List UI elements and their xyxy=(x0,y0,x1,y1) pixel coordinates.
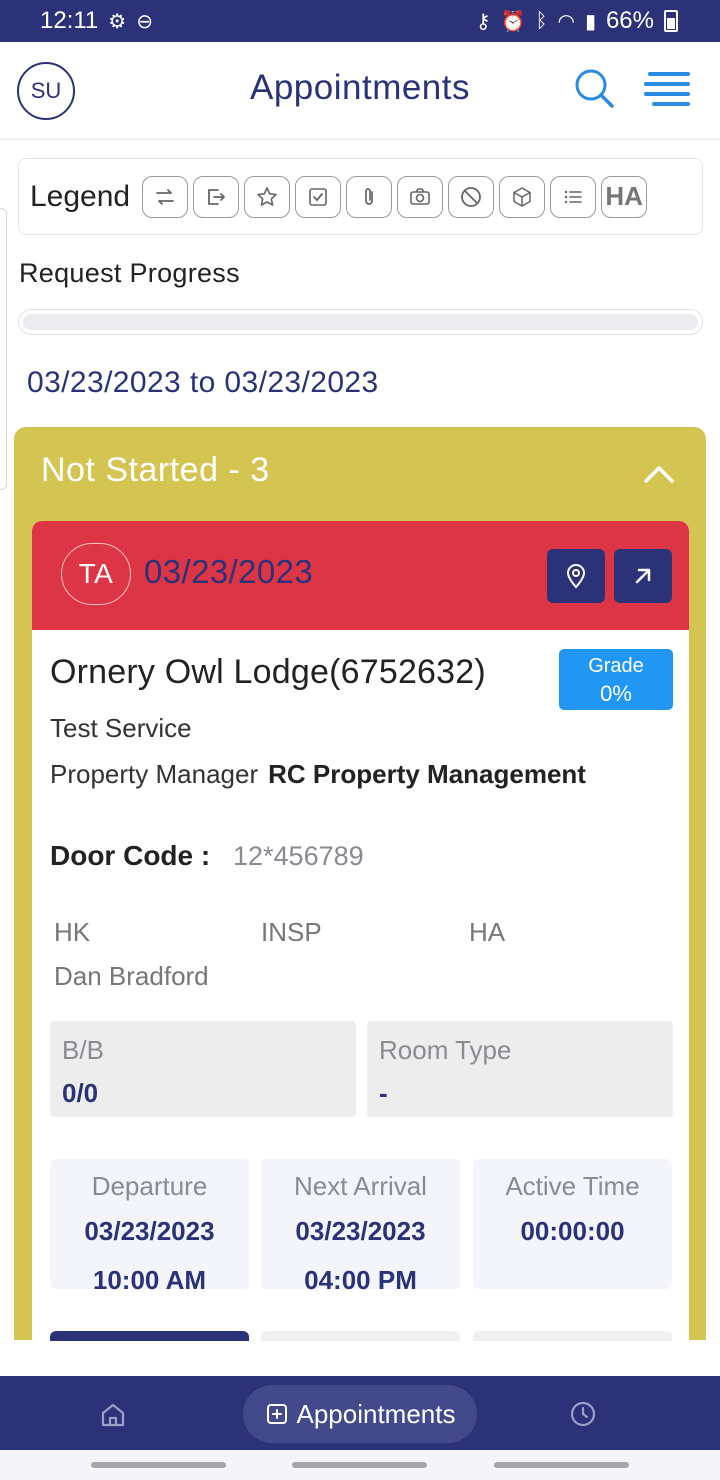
box-icon[interactable] xyxy=(499,175,546,218)
clock-icon[interactable] xyxy=(568,1399,598,1429)
list-icon[interactable] xyxy=(550,175,597,218)
pm-label: Property Manager xyxy=(50,759,259,789)
door-code-value: 12*456789 xyxy=(233,841,364,871)
request-progress-bar xyxy=(18,309,703,335)
status-group-not-started: Not Started - 3 TA 03/23/2023 Ornery Owl… xyxy=(14,427,706,1341)
bluetooth-icon: ᛒ xyxy=(535,9,548,32)
chevron-up-icon[interactable] xyxy=(642,461,676,485)
next-arrival-box: Next Arrival 03/23/2023 04:00 PM xyxy=(261,1159,460,1295)
alarm-icon: ⏰ xyxy=(500,10,526,33)
gesture-bar xyxy=(0,1450,720,1480)
active-time-box: Active Time 00:00:00 xyxy=(473,1159,672,1289)
grade-value: 0% xyxy=(600,681,632,706)
group-title: Not Started - 3 xyxy=(41,451,270,489)
signal-icon: ▮ xyxy=(584,10,596,33)
exit-icon[interactable] xyxy=(193,175,240,218)
arrow-up-right-icon xyxy=(635,568,651,584)
camera-icon[interactable] xyxy=(397,175,444,218)
role-insp-label: INSP xyxy=(261,917,322,947)
search-icon[interactable] xyxy=(572,66,616,110)
bb-label: B/B xyxy=(62,1035,104,1065)
legend-ha-item[interactable]: HA xyxy=(601,175,648,218)
next-arrival-label: Next Arrival xyxy=(294,1171,427,1201)
menu-icon[interactable] xyxy=(644,72,690,108)
departure-label: Departure xyxy=(91,1171,208,1201)
bb-box: B/B 0/0 xyxy=(50,1021,356,1117)
checkbox-icon[interactable] xyxy=(295,175,342,218)
blocked-icon[interactable] xyxy=(448,175,495,218)
side-drawer-handle[interactable] xyxy=(0,208,7,490)
key-icon: ⚷ xyxy=(475,10,491,33)
door-code-label: Door Code : xyxy=(50,840,211,871)
bottom-navigation: Appointments xyxy=(0,1376,720,1450)
active-time-label: Active Time xyxy=(505,1171,640,1201)
app-screen: 12:11 ⚙ ⊖ ⚷ ⏰ ᛒ ◠ ▮ 66% SU Appointments … xyxy=(0,0,720,1480)
request-progress-label: Request Progress xyxy=(19,258,240,288)
plus-square-icon xyxy=(266,1404,287,1424)
room-type-label: Room Type xyxy=(379,1035,512,1065)
legend-items: HA xyxy=(142,175,648,218)
app-header: SU Appointments xyxy=(0,42,720,140)
departure-date: 03/23/2023 xyxy=(84,1216,215,1246)
map-pin-icon xyxy=(566,564,586,589)
room-type-box: Room Type - xyxy=(367,1021,673,1117)
wifi-icon: ◠ xyxy=(557,10,575,33)
active-time-value: 00:00:00 xyxy=(520,1216,625,1246)
open-button[interactable] xyxy=(614,549,672,603)
next-arrival-date: 03/23/2023 xyxy=(295,1216,426,1246)
service-name: Test Service xyxy=(50,713,192,743)
role-ha-label: HA xyxy=(469,917,506,947)
battery-icon xyxy=(664,10,678,32)
action-button-secondary[interactable] xyxy=(261,1331,460,1341)
next-arrival-time: 04:00 PM xyxy=(304,1265,417,1295)
grade-label: Grade xyxy=(588,655,644,677)
room-type-value: - xyxy=(379,1078,388,1108)
property-manager-row: Property Manager RC Property Management xyxy=(50,759,586,790)
role-hk-label: HK xyxy=(54,917,91,947)
do-not-disturb-icon: ⊖ xyxy=(136,10,153,33)
status-bar: 12:11 ⚙ ⊖ ⚷ ⏰ ᛒ ◠ ▮ 66% xyxy=(0,0,720,42)
action-button-tertiary[interactable] xyxy=(473,1331,672,1341)
departure-box: Departure 03/23/2023 10:00 AM xyxy=(50,1159,249,1295)
appointment-date: 03/23/2023 xyxy=(144,553,314,590)
home-icon[interactable] xyxy=(98,1400,128,1430)
legend-label: Legend xyxy=(30,179,131,213)
grade-badge: Grade 0% xyxy=(559,649,673,710)
date-range[interactable]: 03/23/2023 to 03/23/2023 xyxy=(27,366,379,400)
settings-gear-icon: ⚙ xyxy=(108,10,127,33)
card-header: TA 03/23/2023 xyxy=(32,521,689,630)
status-time: 12:11 xyxy=(40,7,99,34)
swap-icon[interactable] xyxy=(142,175,189,218)
hk-assignee: Dan Bradford xyxy=(54,961,209,991)
nav-appointments-label: Appointments xyxy=(296,1398,456,1429)
appointment-type-badge: TA xyxy=(61,543,131,605)
action-button-primary[interactable] xyxy=(50,1331,249,1341)
paperclip-icon[interactable] xyxy=(346,175,393,218)
battery-percent: 66% xyxy=(605,7,654,34)
property-name: Ornery Owl Lodge(6752632) xyxy=(50,653,486,691)
departure-time: 10:00 AM xyxy=(92,1265,207,1295)
pm-value: RC Property Management xyxy=(268,759,586,789)
appointment-card[interactable]: TA 03/23/2023 Ornery Owl Lodge(6752632) … xyxy=(32,521,689,1341)
legend-panel: Legend HA xyxy=(18,158,703,235)
nav-appointments-tab[interactable]: Appointments xyxy=(243,1385,477,1443)
star-icon[interactable] xyxy=(244,175,291,218)
location-button[interactable] xyxy=(547,549,605,603)
bb-value: 0/0 xyxy=(62,1078,99,1108)
